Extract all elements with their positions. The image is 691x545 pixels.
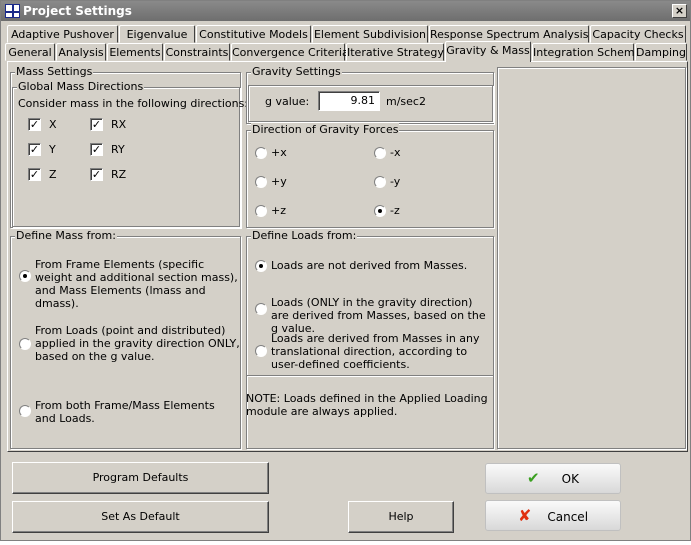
loads-option-gravity: Loads (ONLY in the gravity direction) ar…: [271, 296, 486, 335]
checkmark-icon: ✔: [527, 469, 540, 487]
label-x: X: [49, 118, 57, 131]
loads-option-none: Loads are not derived from Masses.: [271, 259, 468, 272]
tab-general[interactable]: General: [5, 43, 55, 61]
help-button[interactable]: Help: [348, 501, 454, 533]
close-button[interactable]: ×: [672, 4, 687, 18]
tab-convergence-criteria[interactable]: Convergence Criteria: [231, 43, 349, 61]
label-minus-z: -z: [390, 204, 400, 217]
radio-loads-none[interactable]: [255, 260, 267, 272]
tab-gravity-mass[interactable]: Gravity & Mass: [445, 41, 531, 62]
checkbox-ry[interactable]: ✓: [90, 143, 103, 156]
tab-eigenvalue[interactable]: Eigenvalue: [119, 25, 195, 43]
checkbox-x[interactable]: ✓: [28, 118, 41, 131]
radio-minus-y[interactable]: [374, 176, 386, 188]
app-icon: [5, 4, 20, 18]
title-bar[interactable]: Project Settings ×: [1, 1, 690, 21]
mass-option-frame: From Frame Elements (specific weight and…: [35, 258, 238, 310]
ok-label: OK: [561, 472, 579, 486]
tab-integration-scheme[interactable]: Integration Scheme: [532, 43, 641, 61]
global-mass-directions-title: Global Mass Directions: [17, 80, 145, 93]
loads-option-translational: Loads are derived from Masses in any tra…: [271, 332, 480, 371]
label-ry: RY: [111, 143, 125, 156]
radio-mass-both[interactable]: [19, 405, 31, 417]
tab-damping[interactable]: Damping: [635, 43, 687, 61]
mass-option-loads: From Loads (point and distributed) appli…: [35, 324, 240, 363]
loads-note: NOTE: Loads defined in the Applied Loadi…: [246, 392, 488, 418]
mass-prompt: Consider mass in the following direction…: [18, 97, 249, 110]
tab-constitutive-models[interactable]: Constitutive Models: [196, 25, 311, 43]
ok-button[interactable]: ✔ OK: [485, 463, 621, 494]
radio-minus-x[interactable]: [374, 147, 386, 159]
cross-icon: ✘: [517, 506, 532, 525]
checkbox-z[interactable]: ✓: [28, 168, 41, 181]
checkbox-rx[interactable]: ✓: [90, 118, 103, 131]
label-plus-x: +x: [271, 146, 287, 159]
tab-analysis[interactable]: Analysis: [56, 43, 106, 61]
radio-plus-z[interactable]: [255, 205, 267, 217]
label-z: Z: [49, 168, 57, 181]
g-value-label: g value:: [265, 95, 310, 108]
tab-element-subdivision[interactable]: Element Subdivision: [312, 25, 428, 43]
g-value-input[interactable]: 9.81: [318, 91, 380, 111]
label-plus-z: +z: [271, 204, 286, 217]
note-divider: [247, 375, 493, 377]
gravity-direction-title: Direction of Gravity Forces: [251, 123, 400, 136]
window-title: Project Settings: [23, 4, 132, 18]
tab-adaptive-pushover[interactable]: Adaptive Pushover: [7, 25, 118, 43]
tab-constraints[interactable]: Constraints: [164, 43, 230, 61]
radio-mass-frame[interactable]: [19, 270, 31, 282]
tab-capacity-checks[interactable]: Capacity Checks: [590, 25, 686, 43]
define-mass-title: Define Mass from:: [15, 229, 117, 242]
right-empty-panel: [497, 67, 686, 449]
radio-loads-gravity[interactable]: [255, 303, 267, 315]
checkbox-y[interactable]: ✓: [28, 143, 41, 156]
checkbox-rz[interactable]: ✓: [90, 168, 103, 181]
radio-mass-loads[interactable]: [19, 338, 31, 350]
label-rz: RZ: [111, 168, 127, 181]
label-minus-y: -y: [390, 175, 401, 188]
tab-iterative-strategy[interactable]: Iterative Strategy: [346, 43, 444, 61]
set-as-default-button[interactable]: Set As Default: [12, 501, 269, 533]
label-minus-x: -x: [390, 146, 401, 159]
radio-plus-x[interactable]: [255, 147, 267, 159]
label-rx: RX: [111, 118, 127, 131]
label-plus-y: +y: [271, 175, 287, 188]
cancel-button[interactable]: ✘ Cancel: [485, 500, 621, 531]
radio-plus-y[interactable]: [255, 176, 267, 188]
program-defaults-button[interactable]: Program Defaults: [12, 462, 269, 494]
radio-loads-translational[interactable]: [255, 345, 267, 357]
mass-settings-title: Mass Settings: [15, 65, 94, 78]
radio-minus-z[interactable]: [374, 205, 386, 217]
cancel-label: Cancel: [547, 510, 589, 524]
project-settings-dialog: Project Settings × Adaptive Pushover Eig…: [0, 0, 691, 541]
g-unit: m/sec2: [386, 95, 426, 108]
label-y: Y: [49, 143, 56, 156]
gravity-settings-title: Gravity Settings: [251, 65, 342, 78]
tab-elements[interactable]: Elements: [107, 43, 163, 61]
mass-option-both: From both Frame/Mass Elements and Loads.: [35, 399, 215, 425]
define-loads-title: Define Loads from:: [251, 229, 358, 242]
